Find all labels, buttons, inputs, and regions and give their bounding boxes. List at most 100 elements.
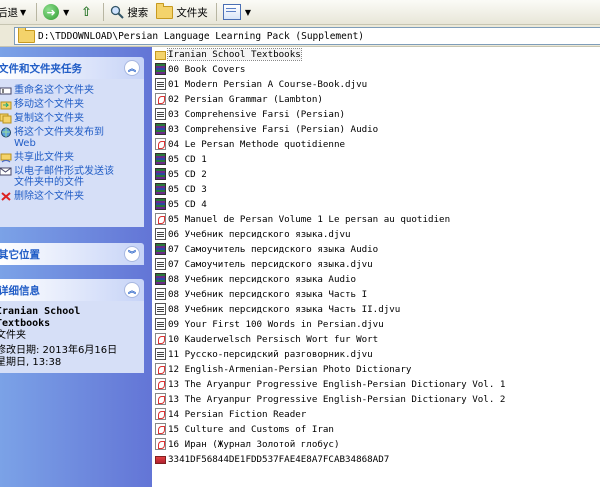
media-icon [155, 198, 166, 210]
other-places-header[interactable]: 其它位置 ︾ [0, 243, 144, 265]
file-name: 11 Русско-персидский разговорник.djvu [168, 348, 373, 360]
folders-icon [156, 2, 174, 19]
task-label: 重命名这个文件夹 [14, 85, 94, 96]
file-list-item[interactable]: 02 Persian Grammar (Lambton) [155, 92, 323, 106]
file-list-item[interactable]: 00 Book Covers [155, 62, 245, 76]
file-name: 08 Учебник персидского языка Часть II.dj… [168, 303, 401, 315]
task-label-line1: 以电子邮件形式发送该 [14, 166, 114, 177]
search-icon [111, 5, 125, 19]
other-places-title: 其它位置 [0, 248, 40, 261]
task-move-folder[interactable]: 移动这个文件夹 [0, 99, 144, 110]
views-button[interactable]: ▼ [220, 2, 256, 22]
djvu-icon [155, 318, 166, 330]
forward-button[interactable]: ➜ ▼ [40, 2, 74, 22]
task-label: 移动这个文件夹 [14, 99, 84, 110]
media-icon [155, 168, 166, 180]
file-name: 05 CD 2 [168, 168, 207, 180]
pdf-icon [155, 333, 166, 345]
file-list-item[interactable]: 07 Самоучитель персидского языка Audio [155, 242, 378, 256]
file-list-item[interactable]: 14 Persian Fiction Reader [155, 407, 306, 421]
file-name: 08 Учебник персидского языка Часть I [168, 288, 368, 300]
media-icon [155, 63, 166, 75]
views-dropdown-icon[interactable]: ▼ [245, 8, 251, 17]
task-label: 共享此文件夹 [14, 152, 74, 163]
tasks-panel-header[interactable]: 文件和文件夹任务 ︽ [0, 57, 144, 79]
toolbar-divider [215, 3, 217, 21]
djvu-icon [155, 228, 166, 240]
back-button[interactable]: 后退 ▼ [0, 2, 31, 22]
file-name: 14 Persian Fiction Reader [168, 408, 307, 420]
file-name: 01 Modern Persian A Course-Book.djvu [168, 78, 368, 90]
address-bar: D:\TDDOWNLOAD\Persian Language Learning … [0, 25, 600, 47]
forward-arrow-icon: ➜ [43, 4, 60, 20]
address-input[interactable]: D:\TDDOWNLOAD\Persian Language Learning … [14, 27, 600, 45]
pdf-icon [155, 408, 166, 420]
djvu-icon [155, 258, 166, 270]
file-list-item[interactable]: 12 English-Armenian-Persian Photo Dictio… [155, 362, 411, 376]
task-copy-folder[interactable]: 复制这个文件夹 [0, 113, 144, 124]
file-list-item[interactable]: 04 Le Persan Methode quotidienne [155, 137, 345, 151]
file-list-item[interactable]: 11 Русско-персидский разговорник.djvu [155, 347, 373, 361]
file-list-item[interactable]: 05 CD 4 [155, 197, 207, 211]
file-list-item[interactable]: 05 CD 1 [155, 152, 207, 166]
task-publish-web[interactable]: 将这个文件夹发布到 Web [0, 127, 144, 149]
pdf-icon [155, 213, 166, 225]
file-list-item[interactable]: 07 Самоучитель персидского языка.djvu [155, 257, 373, 271]
file-list-item[interactable]: 05 Manuel de Persan Volume 1 Le persan a… [155, 212, 450, 226]
media-icon [155, 183, 166, 195]
file-list-item[interactable]: 03 Comprehensive Farsi (Persian) Audio [155, 122, 378, 136]
file-name: 13 The Aryanpur Progressive English-Pers… [168, 378, 506, 390]
file-list-item[interactable]: Iranian School Textbooks [155, 47, 302, 61]
back-dropdown-icon[interactable]: ▼ [20, 8, 26, 17]
file-list-item[interactable]: 08 Учебник персидского языка Audio [155, 272, 356, 286]
task-share-folder[interactable]: 共享此文件夹 [0, 152, 144, 163]
task-label-line1: 将这个文件夹发布到 [14, 127, 104, 138]
delete-icon [1, 192, 11, 201]
file-list-item[interactable]: 13 The Aryanpur Progressive English-Pers… [155, 377, 505, 391]
task-label: 复制这个文件夹 [14, 113, 84, 124]
task-label: 删除这个文件夹 [14, 191, 84, 202]
file-name: Iranian School Textbooks [167, 47, 302, 61]
details-panel-header[interactable]: 详细信息 ︽ [0, 279, 144, 301]
address-path: D:\TDDOWNLOAD\Persian Language Learning … [38, 30, 365, 42]
file-list-item[interactable]: 15 Culture and Customs of Iran [155, 422, 334, 436]
tasks-panel-title: 文件和文件夹任务 [0, 62, 82, 75]
task-rename-folder[interactable]: 重命名这个文件夹 [0, 85, 144, 96]
file-list-item[interactable]: 05 CD 3 [155, 182, 207, 196]
share-folder-icon [0, 153, 12, 163]
details-name-line1: Iranian School [0, 306, 81, 317]
file-list-item[interactable]: 05 CD 2 [155, 167, 207, 181]
file-list-item[interactable]: 13 The Aryanpur Progressive English-Pers… [155, 392, 505, 406]
file-name: 05 CD 3 [168, 183, 207, 195]
file-list-item[interactable]: 09 Your First 100 Words in Persian.djvu [155, 317, 384, 331]
file-list-item[interactable]: 06 Учебник персидского языка.djvu [155, 227, 351, 241]
expand-chevron-icon[interactable]: ︾ [124, 246, 140, 262]
file-list-item[interactable]: 03 Comprehensive Farsi (Persian) [155, 107, 345, 121]
file-list-item[interactable]: 10 Kauderwelsch Persisch Wort fur Wort [155, 332, 378, 346]
djvu-icon [155, 348, 166, 360]
forward-dropdown-icon[interactable]: ▼ [63, 8, 69, 17]
file-list-item[interactable]: 01 Modern Persian A Course-Book.djvu [155, 77, 367, 91]
file-name: 09 Your First 100 Words in Persian.djvu [168, 318, 384, 330]
file-list-item[interactable]: 08 Учебник персидского языка Часть II.dj… [155, 302, 400, 316]
up-button[interactable]: ⇧ [76, 2, 98, 22]
task-pane: 文件和文件夹任务 ︽ 重命名这个文件夹 移动这个文件夹 复制这个文件夹 将这个文… [0, 47, 152, 487]
search-button[interactable]: 搜索 [107, 2, 151, 22]
file-list-item[interactable]: 3341DF56844DE1FDD537FAE4E8A7FCAB34868AD7 [155, 452, 389, 466]
folders-button[interactable]: 文件夹 [153, 2, 211, 22]
file-name: 07 Самоучитель персидского языка Audio [168, 243, 379, 255]
pdf-icon [155, 393, 166, 405]
collapse-chevron-icon[interactable]: ︽ [124, 60, 140, 76]
task-email-files[interactable]: 以电子邮件形式发送该 文件夹中的文件 [0, 166, 144, 188]
up-folder-icon: ⇧ [80, 4, 92, 20]
file-list-item[interactable]: 16 Иран (Журнал Золотой глобус) [155, 437, 339, 451]
task-label: 以电子邮件形式发送该 文件夹中的文件 [14, 166, 114, 188]
file-name: 06 Учебник персидского языка.djvu [168, 228, 351, 240]
collapse-chevron-icon[interactable]: ︽ [124, 282, 140, 298]
file-name: 13 The Aryanpur Progressive English-Pers… [168, 393, 506, 405]
file-list-item[interactable]: 08 Учебник персидского языка Часть I [155, 287, 367, 301]
file-name: 05 CD 4 [168, 198, 207, 210]
task-delete-folder[interactable]: 删除这个文件夹 [0, 191, 144, 202]
file-name: 00 Book Covers [168, 63, 246, 75]
pdf-icon [155, 363, 166, 375]
